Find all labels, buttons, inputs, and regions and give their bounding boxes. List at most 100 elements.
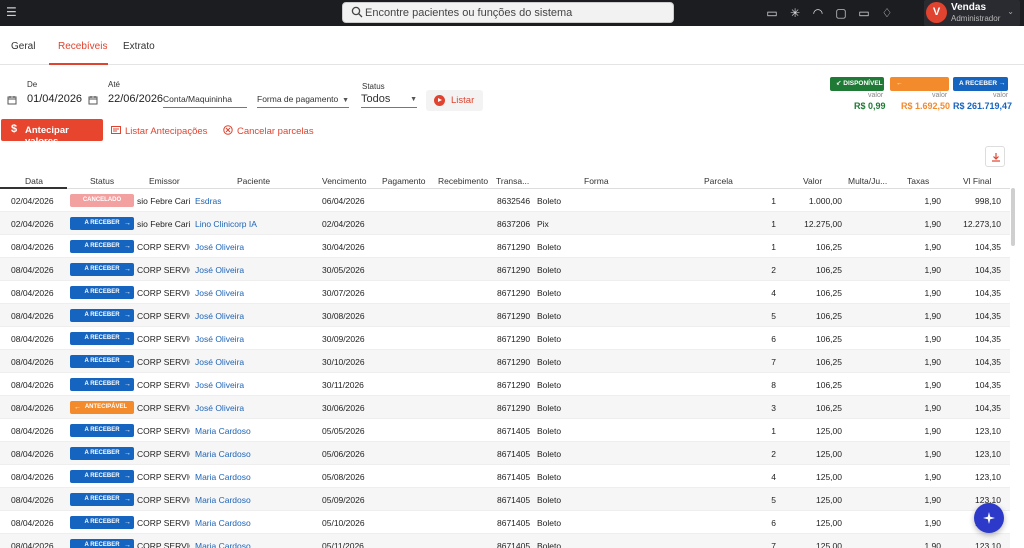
status-badge[interactable]: CANCELADO [70,194,134,207]
status-badge[interactable]: A RECEBER → [70,493,134,506]
table-row[interactable]: 08/04/2026 CORP SERVICOS Maria Cardoso 05/0… [0,419,1010,442]
date-from-input[interactable]: 01/04/2026 [27,93,82,105]
cell-paciente[interactable]: Maria Cardoso [195,426,251,436]
status-badge[interactable]: A RECEBER → [70,539,134,548]
antecipar-valores-button[interactable]: $ Antecipar valores [1,119,103,147]
col-emissor[interactable]: Emissor [149,176,180,186]
col-parcela[interactable]: Parcela [704,176,733,186]
status-badge[interactable]: A RECEBER → [70,424,134,437]
user-menu[interactable]: V Vendas Administrador ⌄ [924,0,1020,26]
cell-valor: 125,00 [816,495,842,505]
status-badge[interactable]: A RECEBER → [70,309,134,322]
status-badge[interactable]: A RECEBER → [70,355,134,368]
cell-paciente[interactable]: José Oliveira [195,403,244,413]
table-row[interactable]: 08/04/2026 CORP SERVICOS José Oliveira 30/0… [0,304,1010,327]
col-data[interactable]: Data [25,176,43,186]
cell-paciente[interactable]: José Oliveira [195,265,244,275]
table-row[interactable]: 08/04/2026 CORP SERVICOS José Oliveira 30/0… [0,258,1010,281]
table-row[interactable]: 02/04/2026 sio Febre Carie Lino Clinicorp … [0,212,1010,235]
table-row[interactable]: 08/04/2026 CORP SERVICOS José Oliveira 30/0… [0,281,1010,304]
download-button[interactable] [985,146,1005,167]
cell-emissor: sio Febre Carie [137,219,190,229]
status-badge[interactable]: A RECEBER → [70,447,134,460]
cell-paciente[interactable]: José Oliveira [195,334,244,344]
cell-paciente[interactable]: Maria Cardoso [195,449,251,459]
status-badge[interactable]: A RECEBER → [70,332,134,345]
table-row[interactable]: 08/04/2026 CORP SERVICOS Maria Cardoso 05/0… [0,465,1010,488]
col-recebimento[interactable]: Recebimento [438,176,488,186]
status-badge[interactable]: A RECEBER → [70,263,134,276]
chat-icon[interactable]: ▭ [856,5,872,21]
status-badge[interactable]: A RECEBER → [70,240,134,253]
conta-select[interactable]: Conta/Maquininha [163,94,247,108]
notes-icon[interactable]: ▢ [833,5,849,21]
tab-recebiveis[interactable]: Recebíveis [58,41,107,52]
table-row[interactable]: 08/04/2026 CORP SERVICOS Maria Cardoso 05/1… [0,511,1010,534]
assistant-fab-button[interactable] [974,503,1004,533]
calendar-icon[interactable] [88,95,98,105]
cell-taxas: 1,90 [924,426,941,436]
col-pagamento[interactable]: Pagamento [382,176,425,186]
headset-icon[interactable]: ◠ [810,5,826,21]
col-forma[interactable]: Forma [584,176,609,186]
cell-paciente[interactable]: José Oliveira [195,242,244,252]
cell-paciente[interactable]: José Oliveira [195,357,244,367]
cell-paciente[interactable]: Maria Cardoso [195,472,251,482]
cell-taxas: 1,90 [924,518,941,528]
calendar-icon[interactable] [7,95,17,105]
scrollbar[interactable] [1011,188,1015,246]
col-vencimento[interactable]: Vencimento [322,176,366,186]
cell-vl-final: 104,35 [975,311,1001,321]
search-input[interactable]: Encontre pacientes ou funções do sistema [342,2,674,23]
status-badge[interactable]: A RECEBER → [70,516,134,529]
menu-icon[interactable]: ☰ [6,6,18,18]
cell-paciente[interactable]: José Oliveira [195,311,244,321]
tab-geral[interactable]: Geral [11,41,35,52]
chevron-down-icon: ⌄ [1007,7,1014,16]
cell-vl-final: 123,10 [975,449,1001,459]
cell-paciente[interactable]: José Oliveira [195,380,244,390]
forma-pagamento-select[interactable]: Forma de pagamento ▼ [257,94,349,108]
cell-taxas: 1,90 [924,403,941,413]
cancelar-parcelas-button[interactable]: Cancelar parcelas [223,125,314,137]
cell-paciente[interactable]: Maria Cardoso [195,495,251,505]
cell-paciente[interactable]: Lino Clinicorp IA [195,219,257,229]
table-row[interactable]: 08/04/2026 CORP SERVICOS Maria Cardoso 05/1… [0,534,1010,548]
table-row[interactable]: 08/04/2026 CORP SERVICOS José Oliveira 30/1… [0,350,1010,373]
col-vl-final[interactable]: Vl Final [963,176,991,186]
col-taxas[interactable]: Taxas [907,176,929,186]
listar-button[interactable]: Listar [426,90,483,111]
table-row[interactable]: 08/04/2026 CORP SERVICOS José Oliveira 30/0… [0,396,1010,419]
table-row[interactable]: 08/04/2026 CORP SERVICOS José Oliveira 30/0… [0,235,1010,258]
cell-parcela: 7 [771,357,776,367]
col-status[interactable]: Status [90,176,114,186]
cell-paciente[interactable]: Maria Cardoso [195,518,251,528]
listar-antecipacoes-button[interactable]: Listar Antecipações [111,125,207,137]
cell-paciente[interactable]: José Oliveira [195,288,244,298]
cell-forma: Boleto [537,288,562,298]
date-to-input[interactable]: 22/06/2026 [108,93,163,105]
col-paciente[interactable]: Paciente [237,176,270,186]
table-row[interactable]: 08/04/2026 CORP SERVICOS Maria Cardoso 05/0… [0,442,1010,465]
col-transacao[interactable]: Transa... [496,176,529,186]
cell-transacao: 8671405 [497,472,531,482]
cell-paciente[interactable]: Maria Cardoso [195,541,251,548]
cell-paciente[interactable]: Esdras [195,196,221,206]
status-badge[interactable]: A RECEBER → [70,378,134,391]
bell-icon[interactable]: ♢ [879,5,895,21]
cell-valor: 125,00 [816,426,842,436]
tab-extrato[interactable]: Extrato [123,41,155,52]
col-valor[interactable]: Valor [803,176,822,186]
table-row[interactable]: 08/04/2026 CORP SERVICOS Maria Cardoso 05/0… [0,488,1010,511]
col-multa-juros[interactable]: Multa/Ju... [848,176,887,186]
status-badge[interactable]: A RECEBER → [70,470,134,483]
sparkle-icon[interactable]: ✳ [787,5,803,21]
status-badge[interactable]: A RECEBER → [70,286,134,299]
status-badge[interactable]: ← ANTECIPÁVEL [70,401,134,414]
status-select[interactable]: Todos ▼ [361,93,417,108]
table-row[interactable]: 02/04/2026 sio Febre Carie Esdras 06/04/202… [0,189,1010,212]
video-icon[interactable]: ▭ [764,5,780,21]
table-row[interactable]: 08/04/2026 CORP SERVICOS José Oliveira 30/0… [0,327,1010,350]
table-row[interactable]: 08/04/2026 CORP SERVICOS José Oliveira 30/1… [0,373,1010,396]
status-badge[interactable]: A RECEBER → [70,217,134,230]
